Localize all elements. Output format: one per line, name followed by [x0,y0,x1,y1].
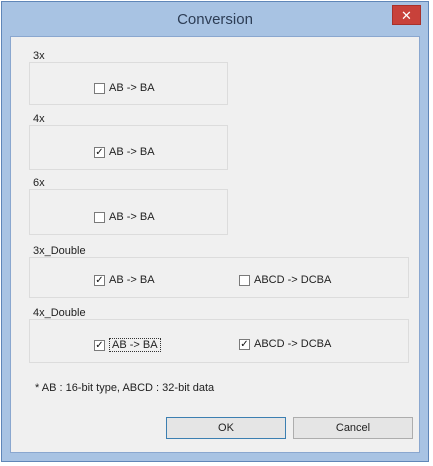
checkmark-icon: ✓ [240,338,249,350]
cancel-button[interactable]: Cancel [293,417,413,439]
checkmark-icon: ✓ [95,339,104,351]
checkbox-6x-ab-ba[interactable]: AB -> BA [94,211,155,223]
window-title: Conversion [177,11,253,28]
conversion-dialog: Conversion ✕ 3x AB -> BA 4x ✓ AB -> BA 6… [1,1,429,462]
checkbox-label: AB -> BA [109,274,155,286]
ok-button[interactable]: OK [166,417,286,439]
group-6x-legend: 6x [31,177,47,189]
footnote: * AB : 16-bit type, ABCD : 32-bit data [35,382,215,394]
checkbox-box[interactable]: ✓ [94,274,105,286]
group-6x: 6x AB -> BA [29,177,228,235]
checkbox-box[interactable]: ✓ [94,146,105,158]
checkbox-box[interactable] [239,274,250,286]
group-4x-double: 4x_Double ✓ AB -> BA ✓ ABCD -> DCBA [29,307,409,363]
checkbox-label: ABCD -> DCBA [254,274,332,286]
group-3x-double-legend: 3x_Double [31,245,88,257]
checkbox-3x-double-abcd-dcba[interactable]: ABCD -> DCBA [239,274,331,286]
close-icon: ✕ [401,8,412,23]
checkmark-icon: ✓ [95,274,104,286]
close-button[interactable]: ✕ [392,5,421,25]
group-4x: 4x ✓ AB -> BA [29,113,228,170]
checkbox-label: AB -> BA [109,211,155,223]
group-4x-double-legend: 4x_Double [31,307,88,319]
checkbox-label: AB -> BA [109,146,155,158]
dialog-body: 3x AB -> BA 4x ✓ AB -> BA 6x AB -> BA 3x… [10,36,420,453]
checkmark-icon: ✓ [95,146,104,158]
group-3x: 3x AB -> BA [29,50,228,105]
checkbox-box[interactable] [94,211,105,223]
checkbox-box[interactable]: ✓ [94,339,105,351]
checkbox-label: AB -> BA [109,82,155,94]
group-3x-legend: 3x [31,50,47,62]
group-3x-double: 3x_Double ✓ AB -> BA ABCD -> DCBA [29,245,409,298]
checkbox-label: ABCD -> DCBA [254,338,332,350]
title-bar[interactable]: Conversion ✕ [2,2,428,36]
checkbox-4x-double-ab-ba[interactable]: ✓ AB -> BA [94,338,161,352]
group-4x-legend: 4x [31,113,47,125]
checkbox-label: AB -> BA [109,338,161,352]
checkbox-4x-ab-ba[interactable]: ✓ AB -> BA [94,146,155,158]
checkbox-box[interactable]: ✓ [239,338,250,350]
checkbox-3x-double-ab-ba[interactable]: ✓ AB -> BA [94,274,155,286]
checkbox-3x-ab-ba[interactable]: AB -> BA [94,82,155,94]
checkbox-box[interactable] [94,82,105,94]
checkbox-4x-double-abcd-dcba[interactable]: ✓ ABCD -> DCBA [239,338,331,350]
